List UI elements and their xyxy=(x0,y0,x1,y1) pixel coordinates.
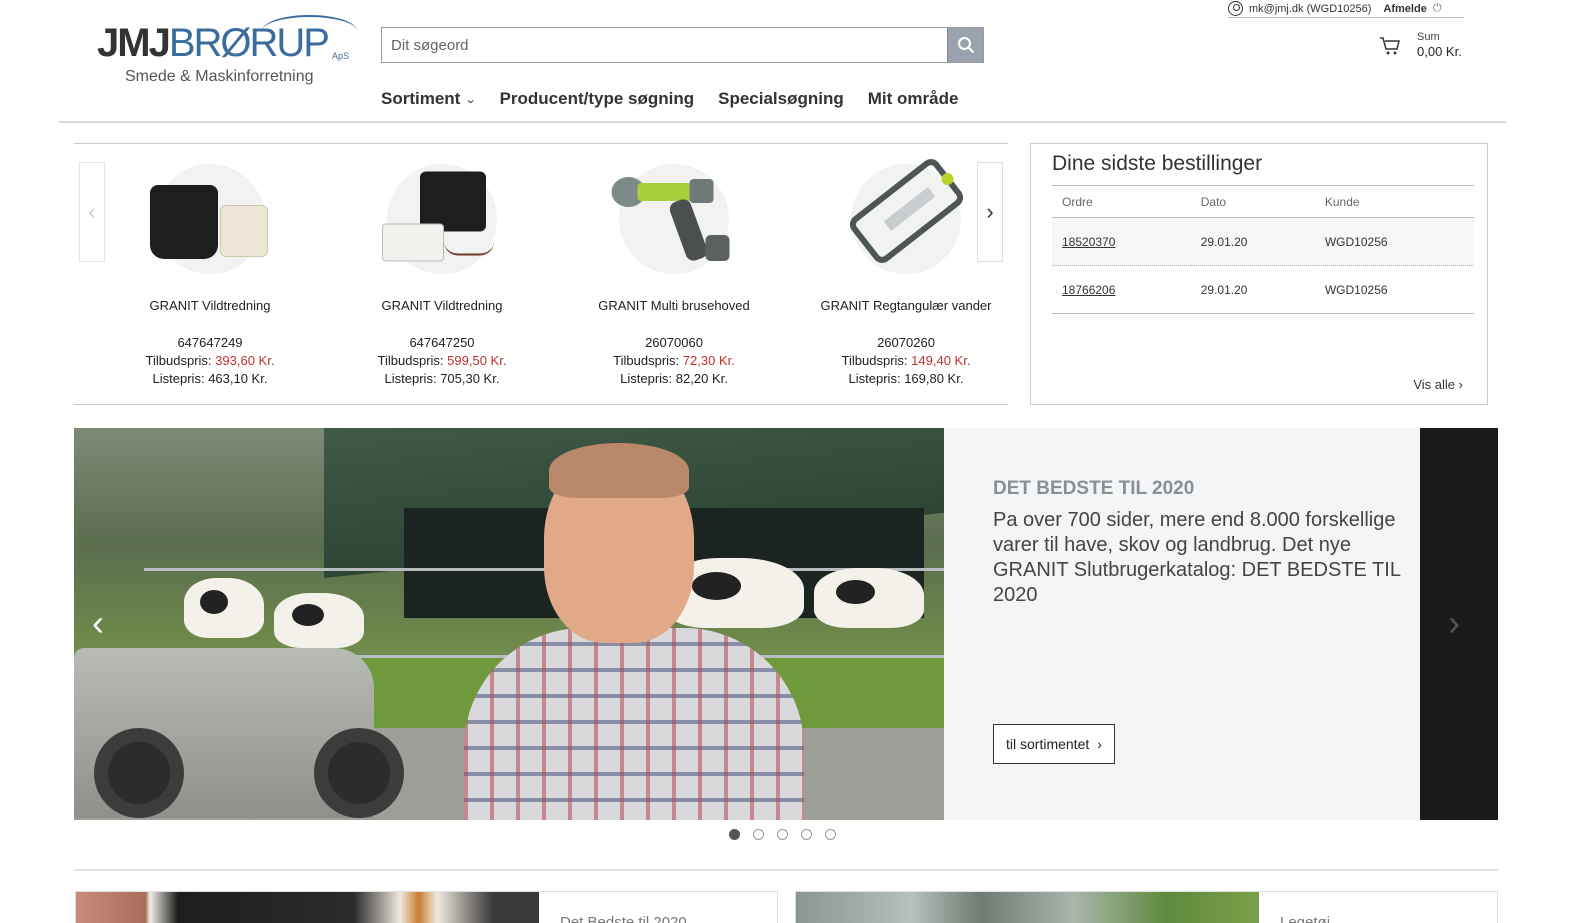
order-link[interactable]: 18520370 xyxy=(1062,235,1115,249)
promo-tile[interactable]: Det Bedste til 2020 xyxy=(75,891,778,923)
nav-mit-omraade[interactable]: Mit område xyxy=(868,89,959,109)
slide-indicators xyxy=(729,829,836,840)
product-card[interactable]: GRANIT Vildtredning 647647250 Tilbudspri… xyxy=(326,164,558,386)
search-button[interactable] xyxy=(947,28,983,62)
hero-photo[interactable]: ‹ xyxy=(74,428,944,820)
view-all-orders-link[interactable]: Vis alle › xyxy=(1413,377,1463,392)
cart-sum-label: Sum xyxy=(1417,31,1440,43)
cart-sum-value: 0,00 Kr. xyxy=(1417,44,1462,59)
nav-producent-type[interactable]: Producent/type søgning xyxy=(500,89,695,109)
tile-image xyxy=(76,892,539,923)
order-date: 29.01.20 xyxy=(1190,217,1315,266)
offer-price: 599,50 Kr. xyxy=(447,353,507,368)
order-date: 29.01.20 xyxy=(1190,265,1315,314)
product-list-line: Listepris: 463,10 Kr. xyxy=(152,371,268,386)
tile-title: Det Bedste til 2020 xyxy=(560,914,687,923)
product-offer-line: Tilbudspris: 393,60 Kr. xyxy=(145,353,275,368)
slide-dot[interactable] xyxy=(777,829,788,840)
slide-dot[interactable] xyxy=(729,829,740,840)
product-number: 647647250 xyxy=(409,335,475,350)
hero-cta-button[interactable]: til sortimentet › xyxy=(993,724,1115,764)
logo-wordmark: JMJBRØRUP xyxy=(97,21,330,65)
hero-textbox: DET BEDSTE TIL 2020 Pa over 700 sider, m… xyxy=(944,428,1420,820)
product-name[interactable]: GRANIT Multi brusehoved xyxy=(558,298,790,313)
slide-dot[interactable] xyxy=(801,829,812,840)
promo-tile[interactable]: Legetøj xyxy=(795,891,1498,923)
order-customer: WGD10256 xyxy=(1314,265,1474,314)
product-image[interactable] xyxy=(150,164,268,274)
search-input[interactable] xyxy=(382,28,947,62)
chevron-right-icon: › xyxy=(1458,377,1463,392)
table-row: 18766206 29.01.20 WGD10256 xyxy=(1052,265,1474,314)
product-list-line: Listepris: 169,80 Kr. xyxy=(848,371,964,386)
product-offer-line: Tilbudspris: 72,30 Kr. xyxy=(613,353,735,368)
product-number: 647647249 xyxy=(177,335,243,350)
list-price: 705,30 Kr. xyxy=(440,371,500,386)
list-price: 169,80 Kr. xyxy=(904,371,964,386)
hero-body: Pa over 700 sider, mere end 8.000 forske… xyxy=(993,509,1401,606)
product-offer-line: Tilbudspris: 599,50 Kr. xyxy=(377,353,507,368)
product-image[interactable] xyxy=(845,155,968,274)
nav-specialsoegning[interactable]: Specialsøgning xyxy=(718,89,844,109)
order-link[interactable]: 18766206 xyxy=(1062,283,1115,297)
column-header-order: Ordre xyxy=(1052,185,1191,218)
product-card[interactable]: GRANIT Multi brusehoved 26070060 Tilbuds… xyxy=(558,164,790,386)
header-divider xyxy=(59,121,1506,123)
offer-price: 149,40 Kr. xyxy=(911,353,971,368)
slide-dot[interactable] xyxy=(825,829,836,840)
logo-suffix: ApS xyxy=(332,51,350,61)
orders-table: Ordre Dato Kunde 18520370 29.01.20 WGD10… xyxy=(1052,185,1474,314)
product-name[interactable]: GRANIT Vildtredning xyxy=(326,298,558,313)
chevron-right-icon: › xyxy=(1097,736,1102,752)
cart-icon xyxy=(1380,37,1400,55)
logo-tagline: Smede & Maskinforretning xyxy=(125,68,314,85)
product-list-line: Listepris: 705,30 Kr. xyxy=(384,371,500,386)
product-image[interactable] xyxy=(611,164,730,274)
product-carousel: ‹ GRANIT Vildtredning 647647249 Tilbudsp… xyxy=(74,143,1008,405)
offer-price: 72,30 Kr. xyxy=(682,353,735,368)
carousel-next-button[interactable]: › xyxy=(977,162,1003,262)
user-email: mk@jmj.dk (WGD10256) xyxy=(1249,2,1372,15)
list-price: 463,10 Kr. xyxy=(208,371,268,386)
chevron-down-icon: ⌄ xyxy=(464,93,477,106)
product-number: 26070060 xyxy=(645,335,703,350)
cart[interactable]: Sum 0,00 Kr. xyxy=(1379,30,1469,66)
product-offer-line: Tilbudspris: 149,40 Kr. xyxy=(841,353,971,368)
table-header-row: Ordre Dato Kunde xyxy=(1052,185,1474,218)
recent-orders-panel: Dine sidste bestillinger Ordre Dato Kund… xyxy=(1030,143,1488,405)
product-number: 26070260 xyxy=(877,335,935,350)
user-icon xyxy=(1228,1,1243,16)
product-name[interactable]: GRANIT Vildtredning xyxy=(94,298,326,313)
hero-next-button[interactable]: › xyxy=(1448,603,1460,643)
column-header-customer: Kunde xyxy=(1314,185,1474,218)
order-customer: WGD10256 xyxy=(1314,217,1474,266)
recent-orders-title: Dine sidste bestillinger xyxy=(1052,152,1263,175)
main-nav: Sortiment ⌄ Producent/type søgning Specia… xyxy=(381,89,958,109)
table-row: 18520370 29.01.20 WGD10256 xyxy=(1052,217,1474,266)
slide-dot[interactable] xyxy=(753,829,764,840)
search-bar xyxy=(381,27,984,63)
offer-price: 393,60 Kr. xyxy=(215,353,275,368)
product-card[interactable]: GRANIT Vildtredning 647647249 Tilbudspri… xyxy=(94,164,326,386)
product-name[interactable]: GRANIT Regtangulær vander xyxy=(790,298,1022,313)
search-icon xyxy=(957,37,974,54)
hero-prev-button[interactable]: ‹ xyxy=(92,603,104,643)
tile-image xyxy=(796,892,1259,923)
list-price: 82,20 Kr. xyxy=(675,371,728,386)
product-list-line: Listepris: 82,20 Kr. xyxy=(620,371,728,386)
product-image[interactable] xyxy=(382,164,497,274)
hero-banner: ‹ DET BEDSTE TIL 2020 Pa over 700 sider,… xyxy=(74,428,1498,820)
nav-sortiment[interactable]: Sortiment ⌄ xyxy=(381,89,477,109)
power-icon[interactable]: ⏻ xyxy=(1433,2,1442,15)
tile-title: Legetøj xyxy=(1280,914,1331,923)
logo[interactable]: JMJBRØRUP ApS Smede & Maskinforretning xyxy=(97,15,359,90)
logout-link[interactable]: Afmelde xyxy=(1383,3,1426,15)
user-bar: mk@jmj.dk (WGD10256) Afmelde ⏻ xyxy=(1228,0,1464,18)
section-divider xyxy=(74,869,1498,871)
hero-kicker: DET BEDSTE TIL 2020 xyxy=(993,478,1195,499)
column-header-date: Dato xyxy=(1190,185,1315,218)
